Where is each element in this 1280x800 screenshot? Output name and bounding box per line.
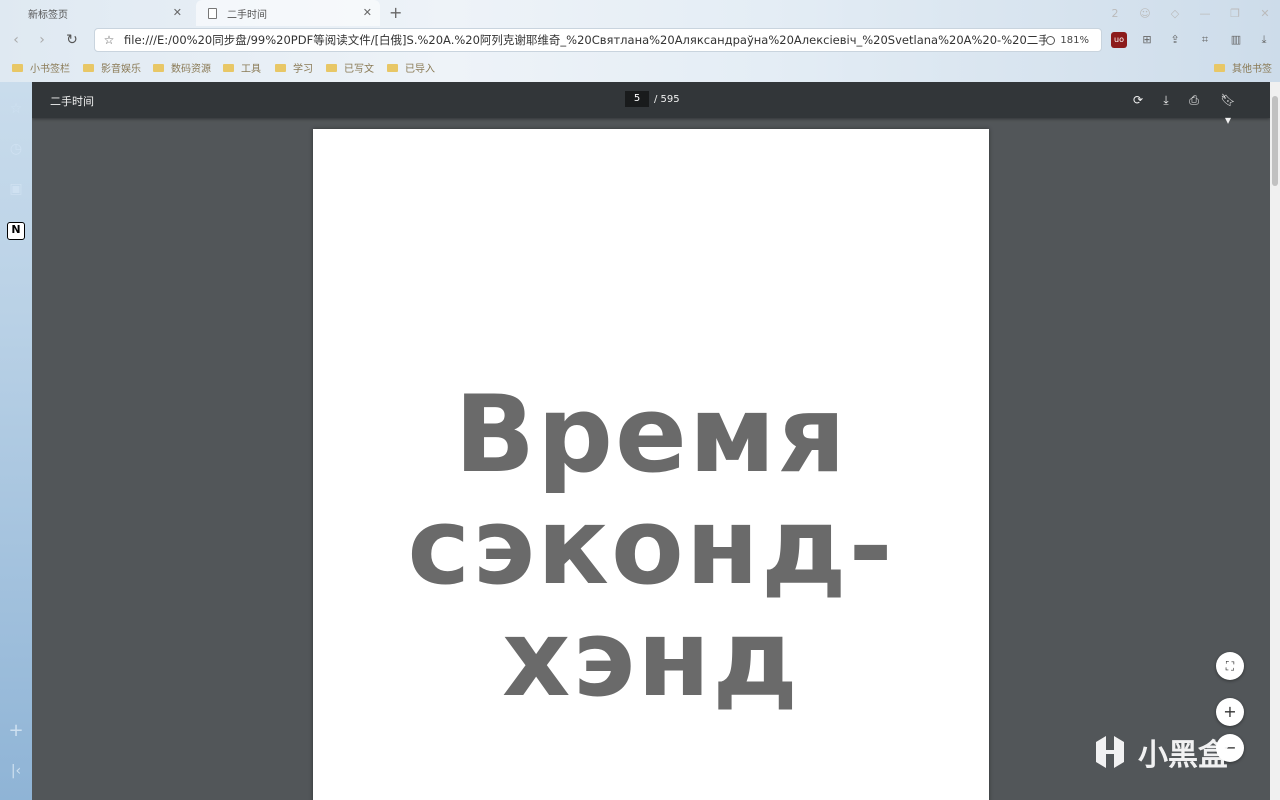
- bookmark-folder[interactable]: 小书签栏: [12, 60, 70, 75]
- briefcase-icon[interactable]: ▣: [7, 180, 25, 198]
- tab-label: 新标签页: [28, 9, 68, 21]
- bookmark-label: 已导入: [405, 64, 435, 75]
- bookmark-label: 工具: [241, 64, 261, 75]
- other-bookmarks-folder[interactable]: 其他书签: [1214, 60, 1272, 75]
- total-pages: / 595: [654, 93, 680, 105]
- bookmark-folder[interactable]: 数码资源: [153, 60, 211, 75]
- maximize-icon[interactable]: ❐: [1220, 7, 1250, 20]
- bookmark-folder[interactable]: 学习: [275, 60, 313, 75]
- history-icon[interactable]: ◷: [7, 140, 25, 158]
- rotate-icon[interactable]: ⟳: [1128, 90, 1148, 110]
- browser-chrome: 新标签页 ✕ 二手时间 ✕ + 2 ☺ ◇ — ❐ ✕ ‹ › ↻ ☆ file…: [0, 0, 1280, 82]
- folder-icon: [275, 63, 286, 72]
- document-icon: [208, 7, 217, 19]
- avatar[interactable]: ☺: [1130, 7, 1160, 20]
- bookmark-folder[interactable]: 已导入: [387, 60, 435, 75]
- back-icon[interactable]: ‹: [6, 30, 26, 50]
- notion-icon[interactable]: N: [7, 222, 25, 240]
- address-bar[interactable]: ☆ file:///E:/00%20同步盘/99%20PDF等阅读文件/[白俄]…: [94, 28, 1102, 52]
- download-icon[interactable]: ⤓: [1156, 90, 1176, 110]
- extensions-grid-icon[interactable]: ⊞: [1139, 32, 1155, 48]
- folder-icon: [223, 63, 234, 72]
- page-navigation: 5 / 595: [625, 91, 680, 107]
- pdf-page: Время сэконд- хэнд: [313, 129, 989, 800]
- page-number-input[interactable]: 5: [625, 91, 649, 107]
- shield-icon[interactable]: ◇: [1160, 7, 1190, 20]
- search-icon: [1046, 35, 1056, 45]
- zoom-indicator[interactable]: 181%: [1046, 35, 1089, 46]
- fit-page-icon[interactable]: ⛶: [1216, 652, 1244, 680]
- text-line: сэконд-: [407, 485, 895, 608]
- bookmark-label: 数码资源: [171, 64, 211, 75]
- zoom-level: 181%: [1060, 34, 1089, 46]
- reload-icon[interactable]: ↻: [62, 30, 82, 50]
- new-tab-icon[interactable]: +: [389, 3, 402, 22]
- zoom-in-icon[interactable]: +: [1216, 698, 1244, 726]
- watermark: 小黑盒: [1090, 730, 1228, 774]
- page-title-text: Время сэконд- хэнд: [313, 379, 989, 715]
- bookmark-label: 小书签栏: [30, 64, 70, 75]
- watermark-text: 小黑盒: [1138, 738, 1228, 773]
- star-icon[interactable]: ☆: [7, 100, 25, 118]
- pdf-viewer: 二手时间 5 / 595 ⟳ ⤓ ⎙ 🔖︎▾ Время сэконд- хэн…: [32, 82, 1270, 800]
- close-icon[interactable]: ✕: [173, 6, 182, 19]
- bookmark-label: 影音娱乐: [101, 64, 141, 75]
- tab-bar: 新标签页 ✕ 二手时间 ✕ + 2 ☺ ◇ — ❐ ✕: [0, 0, 1280, 26]
- folder-icon: [1214, 63, 1225, 72]
- side-panel: ☆ ◷ ▣ N + |‹: [0, 82, 32, 800]
- window-controls: 2 ☺ ◇ — ❐ ✕: [1100, 0, 1280, 26]
- bookmark-icon[interactable]: 🔖︎▾: [1218, 90, 1238, 127]
- star-icon[interactable]: ☆: [100, 33, 118, 47]
- minimize-icon[interactable]: —: [1190, 7, 1220, 20]
- scrollbar[interactable]: [1270, 82, 1280, 800]
- text-line: хэнд: [501, 597, 801, 720]
- bookmarks-bar: 小书签栏 影音娱乐 数码资源 工具 学习 已写文 已导入 其他书签: [0, 56, 1280, 78]
- pdf-toolbar: 二手时间 5 / 595 ⟳ ⤓ ⎙ 🔖︎▾: [32, 82, 1270, 127]
- collapse-icon[interactable]: |‹: [7, 762, 25, 780]
- url-text[interactable]: file:///E:/00%20同步盘/99%20PDF等阅读文件/[白俄]S.…: [124, 32, 1046, 48]
- document-title: 二手时间: [50, 95, 94, 108]
- bookmark-folder[interactable]: 已写文: [326, 60, 374, 75]
- sidebar-toggle-icon[interactable]: ▥: [1228, 32, 1244, 48]
- text-line: Время: [454, 373, 848, 496]
- bookmark-label: 学习: [293, 64, 313, 75]
- folder-icon: [153, 63, 164, 72]
- navigation-bar: ‹ › ↻ ☆ file:///E:/00%20同步盘/99%20PDF等阅读文…: [0, 26, 1280, 54]
- add-icon[interactable]: +: [7, 722, 25, 740]
- tab-new-tab[interactable]: 新标签页 ✕: [18, 0, 190, 26]
- bookmark-label: 已写文: [344, 64, 374, 75]
- heybox-logo-icon: [1096, 736, 1124, 768]
- profile-count: 2: [1111, 6, 1119, 20]
- tab-label: 二手时间: [227, 9, 267, 21]
- bookmark-folder[interactable]: 影音娱乐: [83, 60, 141, 75]
- close-icon[interactable]: ✕: [363, 6, 372, 19]
- crop-icon[interactable]: ⌗: [1197, 32, 1213, 48]
- scrollbar-thumb[interactable]: [1272, 96, 1278, 186]
- bookmark-label: 其他书签: [1232, 64, 1272, 75]
- print-icon[interactable]: ⎙: [1184, 90, 1204, 110]
- folder-icon: [83, 63, 94, 72]
- tab-pdf[interactable]: 二手时间 ✕: [196, 0, 380, 26]
- forward-icon[interactable]: ›: [32, 30, 52, 50]
- download-manager-icon[interactable]: ⤓: [1256, 32, 1272, 48]
- close-window-icon[interactable]: ✕: [1250, 7, 1280, 20]
- bookmark-folder[interactable]: 工具: [223, 60, 261, 75]
- folder-icon: [387, 63, 398, 72]
- folder-icon: [326, 63, 337, 72]
- folder-icon: [12, 63, 23, 72]
- share-icon[interactable]: ⇪: [1167, 32, 1183, 48]
- ublock-icon[interactable]: uo: [1111, 32, 1127, 48]
